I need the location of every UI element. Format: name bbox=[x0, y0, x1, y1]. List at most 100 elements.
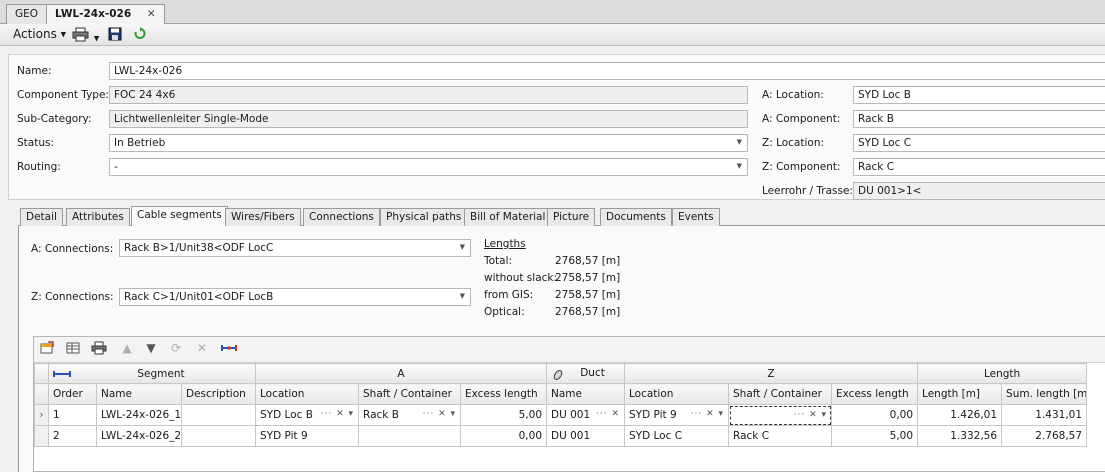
z-component-field[interactable]: Rack C bbox=[853, 158, 1105, 176]
cell-length[interactable]: 1.426,01 bbox=[917, 404, 1003, 426]
grid-toolbar: ▲ ▼ ⟳ ✕ bbox=[34, 337, 1105, 363]
tab-attributes[interactable]: Attributes bbox=[66, 208, 130, 226]
z-connections-select[interactable]: Rack C>1/Unit01<ODF LocB ▼ bbox=[119, 288, 471, 306]
lookup-clear-dropdown-icon[interactable]: ··· ✕ ▾ bbox=[321, 409, 354, 419]
chevron-down-icon[interactable]: ▼ bbox=[460, 292, 465, 300]
a-location-field[interactable]: SYD Loc B bbox=[853, 86, 1105, 104]
table-row[interactable]: 2 LWL-24x-026_2 SYD Pit 9 0,00 DU 001 SY… bbox=[34, 425, 1088, 447]
group-a[interactable]: A bbox=[254, 363, 548, 384]
a-component-field[interactable]: Rack B bbox=[853, 110, 1105, 128]
cell-name[interactable]: LWL-24x-026_1 bbox=[96, 404, 182, 426]
segment-split-icon[interactable] bbox=[220, 341, 238, 357]
cell-a-location[interactable]: SYD Pit 9 bbox=[255, 425, 359, 447]
cell-order[interactable]: 2 bbox=[48, 425, 97, 447]
delete-icon[interactable]: ✕ bbox=[193, 341, 211, 357]
col-a-location[interactable]: Location bbox=[255, 383, 359, 405]
table-row[interactable]: › 1 LWL-24x-026_1 ··· ✕ ▾ SYD Loc B ··· … bbox=[34, 404, 1088, 426]
current-row-indicator[interactable]: › bbox=[34, 404, 49, 426]
a-connections-value: Rack B>1/Unit38<ODF LocC bbox=[124, 242, 274, 254]
leerrohr-label: Leerrohr / Trasse: bbox=[762, 185, 853, 197]
cell-a-location-value: SYD Loc B bbox=[260, 409, 313, 421]
cell-a-shaft[interactable] bbox=[358, 425, 461, 447]
status-select[interactable]: In Betrieb ▼ bbox=[109, 134, 748, 152]
col-a-shaft[interactable]: Shaft / Container bbox=[358, 383, 461, 405]
sync-icon[interactable]: ⟳ bbox=[167, 341, 185, 357]
component-type-field[interactable]: FOC 24 4x6 bbox=[109, 86, 748, 104]
cell-duct-name-value: DU 001 bbox=[551, 409, 591, 421]
group-length[interactable]: Length bbox=[917, 363, 1088, 384]
col-order[interactable]: Order bbox=[48, 383, 97, 405]
leerrohr-field[interactable]: DU 001>1< bbox=[853, 182, 1105, 200]
tab-physical-paths[interactable]: Physical paths bbox=[380, 208, 468, 226]
grid-layout-icon[interactable] bbox=[64, 341, 82, 357]
export-icon[interactable] bbox=[38, 341, 56, 357]
group-duct[interactable]: Duct bbox=[546, 363, 626, 384]
cell-description[interactable] bbox=[181, 404, 256, 426]
group-z[interactable]: Z bbox=[624, 363, 919, 384]
move-down-icon[interactable]: ▼ bbox=[142, 341, 160, 357]
tab-connections[interactable]: Connections bbox=[303, 208, 380, 226]
group-duct-label: Duct bbox=[580, 366, 605, 379]
cell-a-shaft[interactable]: ··· ✕ ▾ Rack B bbox=[358, 404, 461, 426]
col-length[interactable]: Length [m] bbox=[917, 383, 1003, 405]
tab-picture[interactable]: Picture bbox=[547, 208, 596, 226]
tab-events[interactable]: Events bbox=[672, 208, 720, 226]
length-row: Optical: 2768,57 [m] bbox=[484, 306, 644, 323]
cell-order[interactable]: 1 bbox=[48, 404, 97, 426]
cell-z-excess[interactable]: 0,00 bbox=[831, 404, 919, 426]
lookup-clear-dropdown-icon[interactable]: ··· ✕ ▾ bbox=[794, 410, 827, 420]
cell-a-excess[interactable]: 0,00 bbox=[459, 425, 548, 447]
cell-duct-name[interactable]: DU 001 bbox=[546, 425, 626, 447]
sub-category-field[interactable]: Lichtwellenleiter Single-Mode bbox=[109, 110, 748, 128]
col-duct-name[interactable]: Name bbox=[546, 383, 626, 405]
col-a-excess[interactable]: Excess length bbox=[459, 383, 548, 405]
tab-geo[interactable]: GEO bbox=[6, 4, 48, 24]
col-name[interactable]: Name bbox=[96, 383, 182, 405]
cell-z-excess[interactable]: 5,00 bbox=[831, 425, 919, 447]
cell-z-location[interactable]: ··· ✕ ▾ SYD Pit 9 bbox=[624, 404, 730, 426]
group-header-row: Segment A Duct Z Length bbox=[34, 363, 1088, 384]
col-z-excess[interactable]: Excess length bbox=[831, 383, 919, 405]
routing-label: Routing: bbox=[17, 161, 61, 173]
refresh-button[interactable] bbox=[134, 27, 146, 43]
z-location-field[interactable]: SYD Loc C bbox=[853, 134, 1105, 152]
cell-z-shaft[interactable]: Rack C bbox=[728, 425, 833, 447]
lookup-clear-icon[interactable]: ··· ✕ bbox=[596, 409, 620, 419]
col-description[interactable]: Description bbox=[181, 383, 256, 405]
move-up-icon[interactable]: ▲ bbox=[118, 341, 136, 357]
col-sum-length[interactable]: Sum. length [m] bbox=[1001, 383, 1088, 405]
chevron-down-icon[interactable]: ▼ bbox=[460, 243, 465, 251]
chevron-down-icon[interactable]: ▼ bbox=[737, 162, 742, 170]
tab-detail[interactable]: Detail bbox=[20, 208, 63, 226]
lookup-clear-dropdown-icon[interactable]: ··· ✕ ▾ bbox=[691, 409, 724, 419]
group-segment[interactable]: Segment bbox=[48, 363, 256, 384]
cell-sum-length[interactable]: 1.431,01 bbox=[1001, 404, 1088, 426]
tab-lwl-24x-026[interactable]: LWL-24x-026 ✕ bbox=[46, 4, 165, 25]
printer-icon[interactable] bbox=[90, 341, 108, 357]
close-icon[interactable]: ✕ bbox=[147, 8, 156, 20]
row-selector[interactable] bbox=[34, 425, 49, 447]
lookup-clear-dropdown-icon[interactable]: ··· ✕ ▾ bbox=[423, 409, 456, 419]
cell-a-location[interactable]: ··· ✕ ▾ SYD Loc B bbox=[255, 404, 359, 426]
cell-z-shaft[interactable]: ··· ✕ ▾ bbox=[728, 404, 833, 426]
tab-cable-segments[interactable]: Cable segments bbox=[131, 206, 228, 227]
tab-wires-fibers[interactable]: Wires/Fibers bbox=[225, 208, 301, 226]
tab-bill-of-material[interactable]: Bill of Material bbox=[464, 208, 552, 226]
actions-menu-button[interactable]: Actions ▼ bbox=[13, 27, 66, 43]
name-field[interactable]: LWL-24x-026 bbox=[109, 62, 1105, 80]
col-z-shaft[interactable]: Shaft / Container bbox=[728, 383, 833, 405]
cell-z-location[interactable]: SYD Loc C bbox=[624, 425, 730, 447]
tab-documents[interactable]: Documents bbox=[600, 208, 672, 226]
col-z-location[interactable]: Location bbox=[624, 383, 730, 405]
chevron-down-icon[interactable]: ▼ bbox=[737, 138, 742, 146]
cell-duct-name[interactable]: ··· ✕ DU 001 bbox=[546, 404, 626, 426]
cell-sum-length[interactable]: 2.768,57 bbox=[1001, 425, 1088, 447]
routing-select[interactable]: - ▼ bbox=[109, 158, 748, 176]
cell-name[interactable]: LWL-24x-026_2 bbox=[96, 425, 182, 447]
cell-description[interactable] bbox=[181, 425, 256, 447]
save-button[interactable] bbox=[108, 27, 122, 43]
a-connections-select[interactable]: Rack B>1/Unit38<ODF LocC ▼ bbox=[119, 239, 471, 257]
cell-length[interactable]: 1.332,56 bbox=[917, 425, 1003, 447]
cell-a-excess[interactable]: 5,00 bbox=[459, 404, 548, 426]
print-button[interactable]: ▼ bbox=[72, 27, 99, 43]
